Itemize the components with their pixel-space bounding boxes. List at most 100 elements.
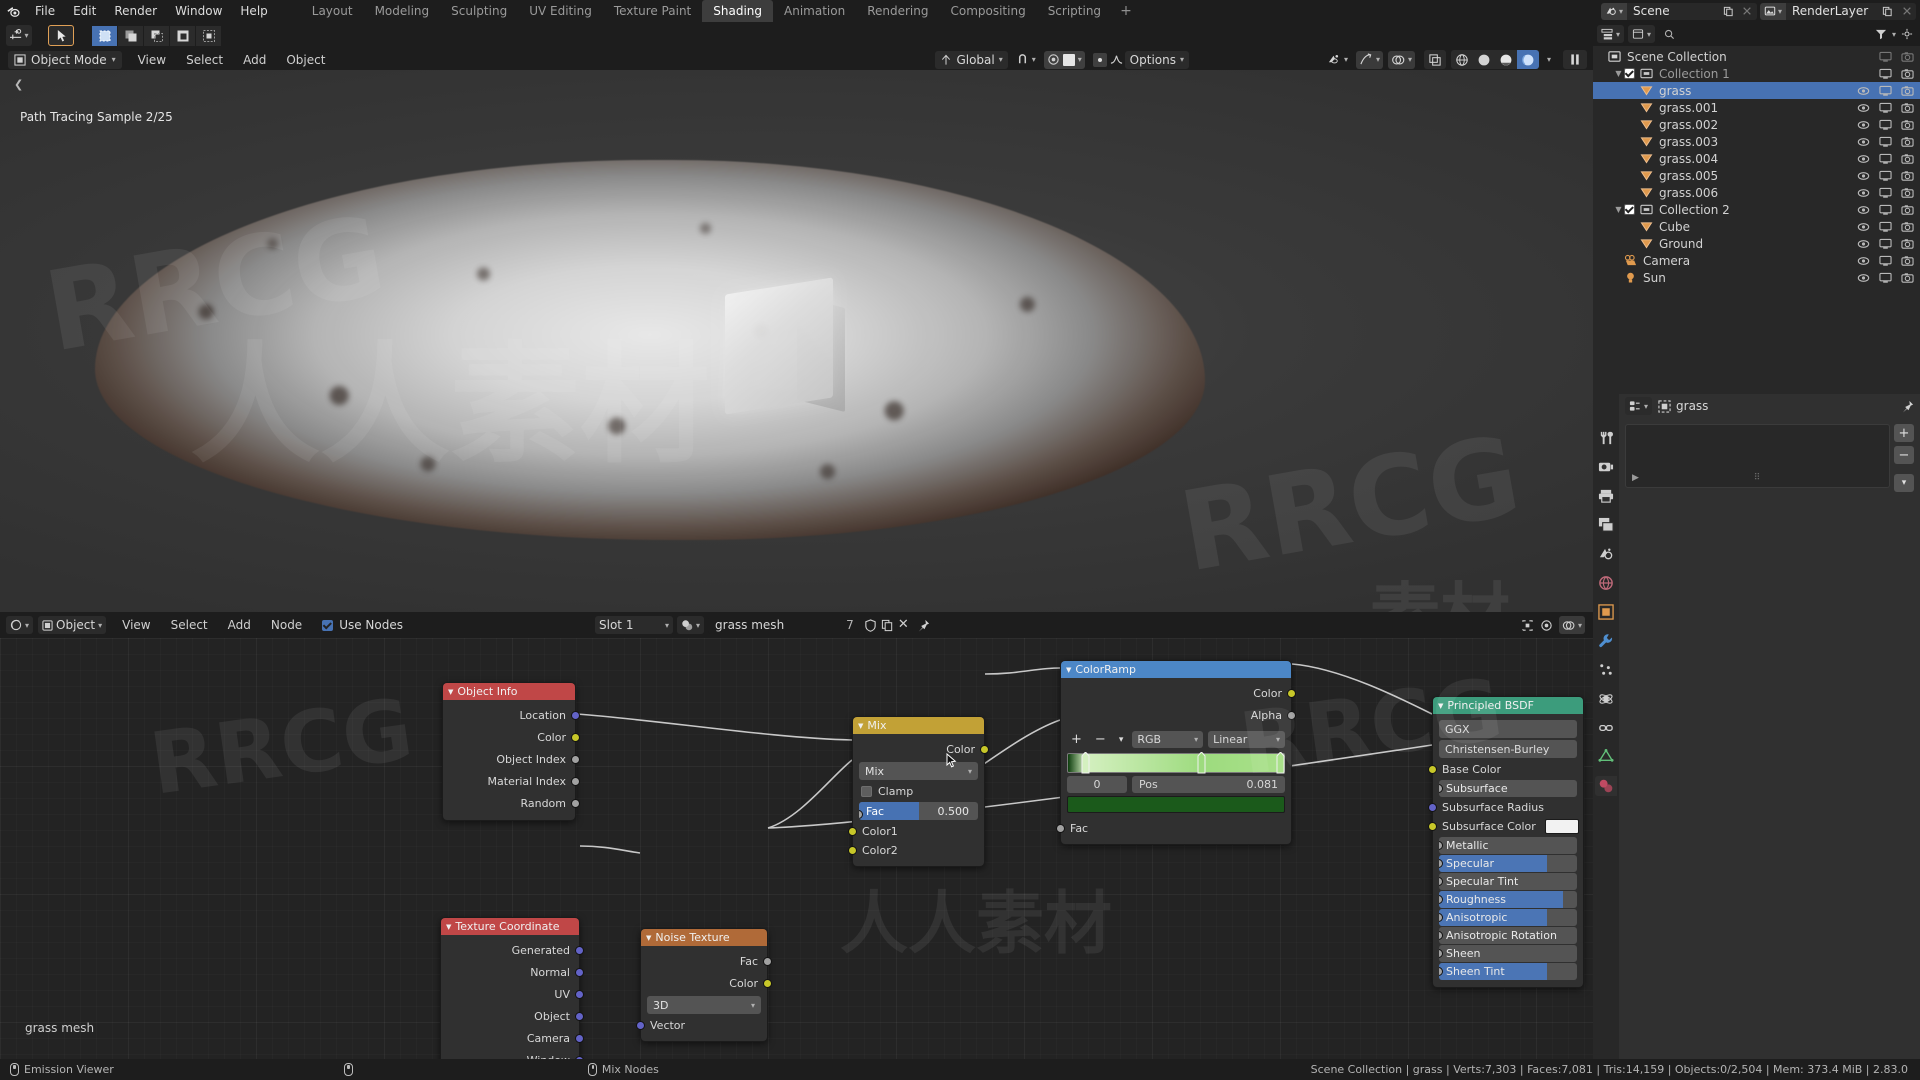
node-noise-texture[interactable]: ▼Noise TextureFacColor3D▾Vector (640, 928, 768, 1042)
visibility-dropdown[interactable]: ▾ (1324, 51, 1351, 69)
colorramp-gradient[interactable] (1067, 753, 1285, 773)
render-visibility-icon[interactable] (1901, 68, 1914, 80)
node-collapse-icon[interactable]: ▼ (1066, 666, 1071, 674)
outliner-row-ground[interactable]: Ground (1593, 235, 1920, 252)
node-output-object-index[interactable]: Object Index (443, 748, 575, 770)
workspace-tab-sculpting[interactable]: Sculpting (440, 0, 518, 22)
node-input-sheen[interactable]: Sheen (1439, 945, 1577, 962)
node-header[interactable]: ▼Principled BSDF (1433, 697, 1583, 714)
subsurface-color-swatch[interactable] (1545, 819, 1579, 834)
node-output-fac[interactable]: Fac (641, 950, 767, 972)
render-visibility-icon[interactable] (1901, 153, 1914, 165)
eye-visibility-icon[interactable] (1857, 238, 1870, 250)
node-input-roughness[interactable]: Roughness (1439, 891, 1577, 908)
shading-wireframe[interactable] (1451, 50, 1473, 69)
3d-viewport[interactable]: ▾ (0, 22, 1593, 612)
outliner-editor-type-icon[interactable]: ▾ (1597, 25, 1624, 43)
mesh-data-tab-icon[interactable] (1595, 747, 1617, 767)
node-input-vector[interactable]: Vector (641, 1016, 767, 1035)
node-header[interactable]: ▼Mix (853, 717, 984, 734)
modifier-tab-icon[interactable] (1595, 631, 1617, 651)
screen-visibility-icon[interactable] (1879, 153, 1892, 165)
outliner-row-sun[interactable]: Sun (1593, 269, 1920, 286)
constraints-tab-icon[interactable] (1595, 718, 1617, 738)
slot-grip-handle[interactable]: ⠿ (1754, 473, 1762, 483)
render-visibility-icon[interactable] (1901, 119, 1914, 131)
scene-icon[interactable]: ▾ (1601, 3, 1627, 20)
chevron-down-icon[interactable]: ▾ (1892, 30, 1896, 39)
node-header[interactable]: ▼Texture Coordinate (441, 918, 579, 935)
outliner-row-grass[interactable]: grass (1593, 82, 1920, 99)
snap-toggle[interactable]: ▾ (1013, 51, 1039, 69)
workspace-tab-uv-editing[interactable]: UV Editing (518, 0, 603, 22)
eye-visibility-icon[interactable] (1857, 136, 1870, 148)
workspace-tab-texture-paint[interactable]: Texture Paint (603, 0, 702, 22)
render-tab-icon[interactable] (1595, 457, 1617, 477)
node-output-camera[interactable]: Camera (441, 1027, 579, 1049)
workspace-tab-rendering[interactable]: Rendering (856, 0, 939, 22)
outliner-row-grass-003[interactable]: grass.003 (1593, 133, 1920, 150)
colorramp-stop-handle[interactable] (1081, 752, 1090, 774)
node-input-anisotropic-rotation[interactable]: Anisotropic Rotation (1439, 927, 1577, 944)
node-input-color1[interactable]: Color1 (853, 822, 984, 841)
colorramp-index-field[interactable]: 0 (1067, 776, 1127, 793)
socket-dot[interactable] (575, 1012, 584, 1021)
clamp-toggle[interactable]: Clamp (853, 782, 984, 800)
shader-menu-select[interactable]: Select (161, 616, 218, 634)
shader-editor-type-icon[interactable]: ▾ (6, 616, 33, 634)
socket-dot[interactable] (1056, 824, 1065, 833)
pause-render-button[interactable] (1563, 50, 1587, 69)
outliner-filter-settings-icon[interactable] (1901, 28, 1913, 40)
node-output-color[interactable]: Color (443, 726, 575, 748)
object-tab-icon[interactable] (1595, 602, 1617, 622)
shading-solid[interactable] (1473, 50, 1495, 69)
node-input-specular-tint[interactable]: Specular Tint (1439, 873, 1577, 890)
properties-editor[interactable]: ▾ grass ▶ ⠿ + − ▾ (1593, 394, 1920, 1059)
shader-menu-node[interactable]: Node (261, 616, 312, 634)
add-material-slot-button[interactable]: + (1894, 424, 1914, 442)
shading-dropdown[interactable]: ▾ (1544, 51, 1554, 69)
material-slot-specials-button[interactable]: ▾ (1894, 474, 1914, 492)
remove-material-slot-button[interactable]: − (1894, 446, 1914, 464)
material-users-count[interactable]: 7 (840, 618, 860, 632)
add-workspace-button[interactable]: + (1112, 0, 1140, 22)
material-browse-icon[interactable]: ▾ (677, 616, 704, 634)
node-input-color2[interactable]: Color2 (853, 841, 984, 860)
workspace-tab-layout[interactable]: Layout (301, 0, 364, 22)
screen-visibility-icon[interactable] (1879, 204, 1892, 216)
node-input-subsurface[interactable]: Subsurface (1439, 780, 1577, 797)
render-visibility-icon[interactable] (1901, 51, 1914, 63)
node-output-alpha[interactable]: Alpha (1061, 704, 1291, 726)
outliner-row-grass-004[interactable]: grass.004 (1593, 150, 1920, 167)
select-mode-invert[interactable] (170, 26, 195, 46)
socket-dot[interactable] (575, 946, 584, 955)
render-visibility-icon[interactable] (1901, 221, 1914, 233)
render-visibility-icon[interactable] (1901, 85, 1914, 97)
viewport-collapse-arrow[interactable]: ❮ (14, 78, 23, 91)
node-input-fac[interactable]: Fac (1061, 819, 1291, 838)
scene-selector[interactable]: ▾ Scene (1601, 3, 1757, 20)
disclosure-triangle-icon[interactable]: ▼ (1613, 69, 1624, 78)
pin-icon[interactable] (917, 619, 930, 632)
socket-dot[interactable] (1428, 765, 1437, 774)
eye-visibility-icon[interactable] (1857, 85, 1870, 97)
node-overlay-dropdown[interactable]: ▾ (1559, 616, 1585, 634)
node-output-object[interactable]: Object (441, 1005, 579, 1027)
material-tab-icon[interactable] (1595, 776, 1617, 796)
use-nodes-toggle[interactable]: Use Nodes (322, 618, 403, 632)
unlink-scene-icon[interactable] (1738, 3, 1757, 20)
shading-material-preview[interactable] (1495, 50, 1517, 69)
eye-visibility-icon[interactable] (1857, 119, 1870, 131)
particles-tab-icon[interactable] (1595, 660, 1617, 680)
clamp-checkbox[interactable] (861, 786, 872, 797)
select-mode-intersect[interactable] (196, 26, 221, 46)
outliner-row-cube[interactable]: Cube (1593, 218, 1920, 235)
node-output-window[interactable]: Window (441, 1049, 579, 1059)
workspace-tab-shading[interactable]: Shading (702, 0, 773, 22)
remove-stop-button[interactable]: − (1091, 732, 1110, 747)
new-material-icon[interactable] (881, 619, 894, 632)
shader-menu-add[interactable]: Add (218, 616, 261, 634)
distribution-dropdown[interactable]: GGX (1439, 720, 1577, 738)
overlays-toggle[interactable]: ▾ (1388, 51, 1415, 69)
render-visibility-icon[interactable] (1901, 204, 1914, 216)
